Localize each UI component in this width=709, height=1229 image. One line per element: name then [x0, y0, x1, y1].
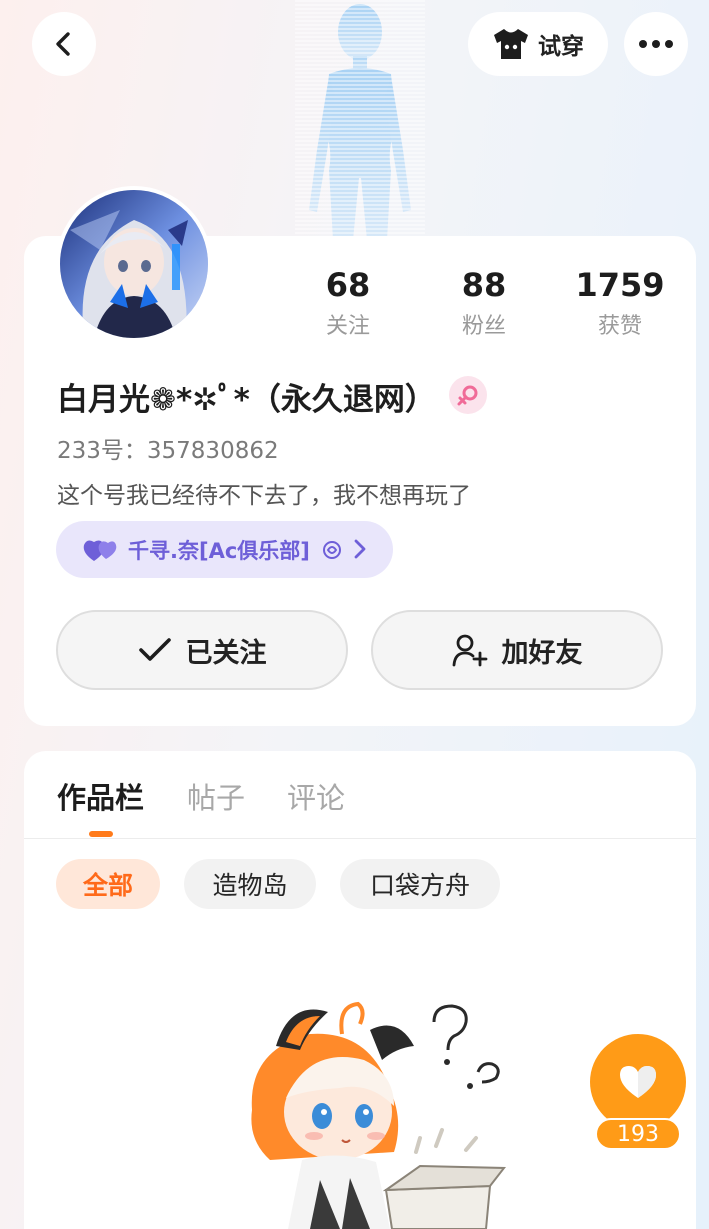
try-on-button[interactable]: 试穿: [468, 12, 608, 76]
club-name: 千寻.奈[Ac俱乐部]: [128, 538, 310, 563]
club-link[interactable]: 千寻.奈[Ac俱乐部]: [56, 521, 393, 578]
chevron-left-icon: [56, 32, 70, 56]
more-dots-icon: [639, 40, 673, 48]
chevron-right-icon: [354, 539, 366, 559]
stat-fans[interactable]: 88 粉丝: [424, 266, 544, 340]
empty-state-mascot: [251, 1001, 507, 1229]
nickname: 白月光❁*✲ﾟ*（永久退网）: [57, 382, 436, 418]
followed-button[interactable]: 已关注: [56, 610, 348, 690]
tab-works[interactable]: 作品栏: [57, 775, 144, 817]
stat-fans-label: 粉丝: [461, 314, 506, 339]
try-on-label: 试穿: [538, 34, 584, 60]
active-tab-indicator: [89, 831, 113, 837]
add-friend-button[interactable]: 加好友: [371, 610, 663, 690]
stat-fans-value: 88: [461, 266, 507, 304]
filter-chip-creation-island[interactable]: 造物岛: [184, 859, 316, 909]
user-bio: 这个号我已经待不下去了，我不想再玩了: [57, 483, 471, 509]
club-heart-icon: [83, 540, 117, 561]
stat-likes[interactable]: 1759 获赞: [560, 266, 680, 340]
user-id: 233号：357830862: [57, 438, 279, 464]
female-icon: [457, 385, 478, 406]
tabs-divider: [24, 838, 696, 839]
filter-chip-pocket-ark[interactable]: 口袋方舟: [340, 859, 500, 909]
stat-following[interactable]: 68 关注: [288, 266, 408, 340]
filter-chip-all[interactable]: 全部: [56, 859, 160, 909]
gender-badge: [449, 376, 487, 414]
more-button[interactable]: [624, 12, 688, 76]
heart-icon: [620, 1066, 656, 1098]
stat-likes-value: 1759: [575, 266, 665, 304]
stat-following-label: 关注: [325, 314, 370, 339]
stat-likes-label: 获赞: [597, 314, 642, 339]
stat-following-value: 68: [325, 266, 371, 304]
avatar[interactable]: [56, 186, 212, 342]
add-friend-label: 加好友: [501, 637, 583, 669]
club-emblem-icon: [322, 540, 341, 559]
like-count: 193: [595, 1118, 681, 1150]
followed-label: 已关注: [185, 637, 267, 669]
tab-comments[interactable]: 评论: [287, 775, 345, 817]
tshirt-icon: [494, 29, 528, 59]
add-user-icon: [452, 634, 487, 667]
avatar-mannequin-preview[interactable]: [295, 0, 425, 240]
avatar-image: [60, 190, 208, 338]
check-icon: [138, 638, 171, 661]
tab-posts[interactable]: 帖子: [187, 775, 245, 817]
like-button[interactable]: [590, 1034, 686, 1130]
back-button[interactable]: [32, 12, 96, 76]
